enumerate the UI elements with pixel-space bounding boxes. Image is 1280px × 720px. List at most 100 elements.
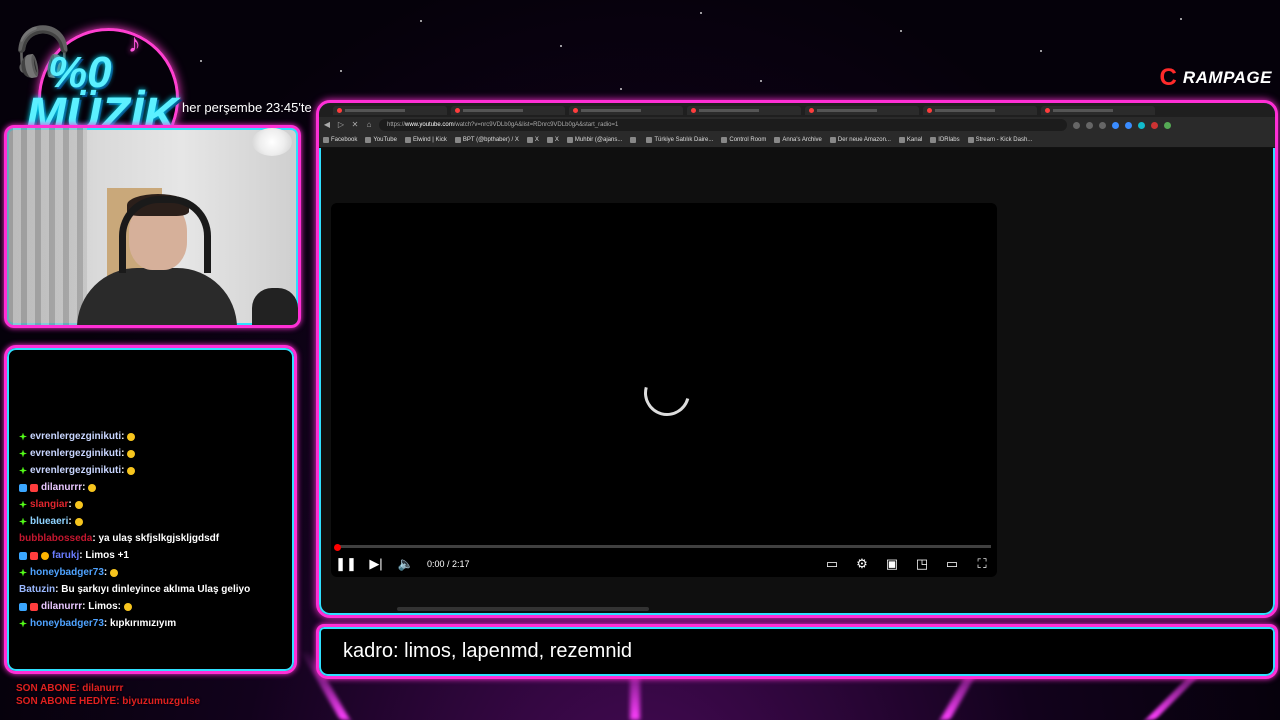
green-badge-icon bbox=[19, 517, 27, 526]
chat-username[interactable]: evrenlergezginikuti bbox=[30, 465, 121, 476]
emote-icon bbox=[127, 432, 136, 441]
last-gift-subscriber: SON ABONE HEDİYE: biyuzumuzgulse bbox=[16, 696, 201, 707]
video-player[interactable]: ❚❚ ▶| 🔈 0:00 / 2:17 ▭ ⚙ ▣ ◳ ▭ ⛶ bbox=[331, 203, 997, 577]
theater-mode-icon[interactable]: ▭ bbox=[937, 554, 967, 574]
extension-icon[interactable] bbox=[1086, 121, 1093, 129]
gold-badge-icon bbox=[41, 551, 49, 560]
chat-username[interactable]: honeybadger73 bbox=[30, 567, 104, 578]
scrubber-handle[interactable] bbox=[334, 544, 341, 551]
chat-username[interactable]: dilanurrr bbox=[41, 601, 82, 612]
home-icon[interactable]: ⌂ bbox=[365, 121, 373, 129]
webcam-feed bbox=[4, 125, 301, 328]
url-scheme: https:// bbox=[387, 122, 406, 128]
bookmark-item[interactable]: IDRlabs bbox=[930, 137, 960, 143]
pip-icon[interactable]: ◳ bbox=[907, 554, 937, 574]
pause-icon[interactable]: ❚❚ bbox=[331, 554, 361, 574]
bookmark-favicon-icon bbox=[546, 137, 553, 143]
red-badge-icon bbox=[30, 483, 38, 492]
bookmark-favicon-icon bbox=[774, 137, 781, 143]
bookmark-label: X bbox=[534, 137, 539, 143]
back-icon[interactable]: ◀ bbox=[323, 121, 331, 129]
bookmark-favicon-icon bbox=[829, 137, 836, 143]
chair bbox=[252, 288, 298, 325]
browser-tab[interactable] bbox=[333, 105, 447, 115]
bookmark-favicon-icon bbox=[721, 137, 728, 143]
extension-icon[interactable] bbox=[1073, 121, 1080, 129]
chat-username[interactable]: bubblabosseda bbox=[19, 533, 92, 544]
profile-icon[interactable] bbox=[1164, 121, 1171, 129]
bookmark-label: YouTube bbox=[373, 137, 397, 143]
chat-text: : Limos +1 bbox=[79, 550, 129, 561]
browser-tab[interactable] bbox=[805, 105, 919, 115]
extension-icon[interactable] bbox=[1138, 121, 1145, 129]
extension-icon[interactable] bbox=[1099, 121, 1106, 129]
horizontal-scrollbar[interactable] bbox=[397, 607, 649, 611]
last-subscriber: SON ABONE: dilanurrr bbox=[16, 683, 124, 694]
bookmark-item[interactable]: Kanal bbox=[898, 137, 923, 143]
chat-message: dilanurrr: bbox=[19, 479, 288, 496]
forward-icon[interactable]: ▷ bbox=[337, 121, 345, 129]
bookmark-item[interactable]: YouTube bbox=[365, 137, 397, 143]
extension-icon[interactable] bbox=[1125, 121, 1132, 129]
chat-text: : bbox=[82, 482, 86, 493]
bookmark-item[interactable]: X bbox=[526, 137, 539, 143]
extension-icon[interactable] bbox=[1151, 121, 1158, 129]
url-field[interactable]: https://www.youtube.com/watch?v=nrc9VDLb… bbox=[379, 119, 1067, 131]
bookmark-item[interactable]: Control Room bbox=[721, 137, 766, 143]
miniplayer-icon[interactable]: ▣ bbox=[877, 554, 907, 574]
browser-tab[interactable] bbox=[923, 105, 1037, 115]
chat-message: evrenlergezginikuti: bbox=[19, 428, 288, 445]
tab-strip bbox=[319, 103, 1275, 117]
bookmark-favicon-icon bbox=[365, 137, 372, 143]
chat-text: : ya ulaş skfjslkgjskljgdsdf bbox=[92, 533, 220, 544]
chat-username[interactable]: blueaeri bbox=[30, 516, 68, 527]
chat-username[interactable]: honeybadger73 bbox=[30, 618, 104, 629]
browser-tab[interactable] bbox=[451, 105, 565, 115]
bookmark-favicon-icon bbox=[930, 137, 937, 143]
extension-icon[interactable] bbox=[1112, 121, 1119, 129]
bookmark-label: Kanal bbox=[906, 137, 923, 143]
chat-username[interactable]: Batuzin bbox=[19, 584, 55, 595]
bookmark-favicon-icon bbox=[526, 137, 533, 143]
browser-tab[interactable] bbox=[1041, 105, 1155, 115]
chat-username[interactable]: slangiar bbox=[30, 499, 68, 510]
chat-username[interactable]: farukj bbox=[52, 550, 79, 561]
next-icon[interactable]: ▶| bbox=[361, 554, 391, 574]
bookmark-favicon-icon bbox=[967, 137, 974, 143]
bookmark-label: Elwind | Kick bbox=[412, 137, 447, 143]
chat-text: : bbox=[68, 499, 72, 510]
bookmark-item[interactable]: Facebook bbox=[323, 137, 357, 143]
chat-username[interactable]: dilanurrr bbox=[41, 482, 82, 493]
browser-tab[interactable] bbox=[687, 105, 801, 115]
reload-icon[interactable]: ✕ bbox=[351, 121, 359, 129]
bookmark-item[interactable]: BPT (@bpthaber) / X bbox=[454, 137, 519, 143]
chat-username[interactable]: evrenlergezginikuti bbox=[30, 431, 121, 442]
chat-message: Batuzin: Bu şarkıyı dinleyince aklıma Ul… bbox=[19, 581, 288, 598]
bookmark-item[interactable]: X bbox=[546, 137, 559, 143]
blue-badge-icon bbox=[19, 602, 27, 611]
chat-text: : bbox=[121, 431, 125, 442]
bookmark-item[interactable]: Der neue Amazon... bbox=[829, 137, 891, 143]
emote-icon bbox=[127, 466, 136, 475]
browser-tab[interactable] bbox=[569, 105, 683, 115]
subtitles-icon[interactable]: ▭ bbox=[817, 554, 847, 574]
bookmark-item[interactable]: Stream - Kick Dash... bbox=[967, 137, 1032, 143]
headset bbox=[119, 196, 211, 273]
volume-icon[interactable]: 🔈 bbox=[391, 554, 421, 574]
bookmark-item[interactable]: Anna's Archive bbox=[774, 137, 822, 143]
chat-message: honeybadger73: kıpkırımızıyım bbox=[19, 615, 288, 632]
time-display: 0:00 / 2:17 bbox=[427, 559, 470, 569]
chat-username[interactable]: evrenlergezginikuti bbox=[30, 448, 121, 459]
streamer-body bbox=[77, 268, 237, 325]
chat-text: : bbox=[103, 567, 108, 578]
progress-bar[interactable] bbox=[337, 545, 991, 548]
chat-text: : bbox=[121, 465, 125, 476]
bookmark-favicon-icon bbox=[323, 137, 329, 143]
settings-gear-icon[interactable]: ⚙ bbox=[847, 554, 877, 574]
bookmark-item[interactable]: Türkiye Satılık Daire... bbox=[646, 137, 713, 143]
bookmark-item[interactable]: Muhbir (@ajans... bbox=[566, 137, 622, 143]
fullscreen-icon[interactable]: ⛶ bbox=[967, 554, 997, 574]
chat-message: farukj: Limos +1 bbox=[19, 547, 288, 564]
bookmark-item[interactable] bbox=[630, 137, 638, 143]
bookmark-item[interactable]: Elwind | Kick bbox=[404, 137, 447, 143]
